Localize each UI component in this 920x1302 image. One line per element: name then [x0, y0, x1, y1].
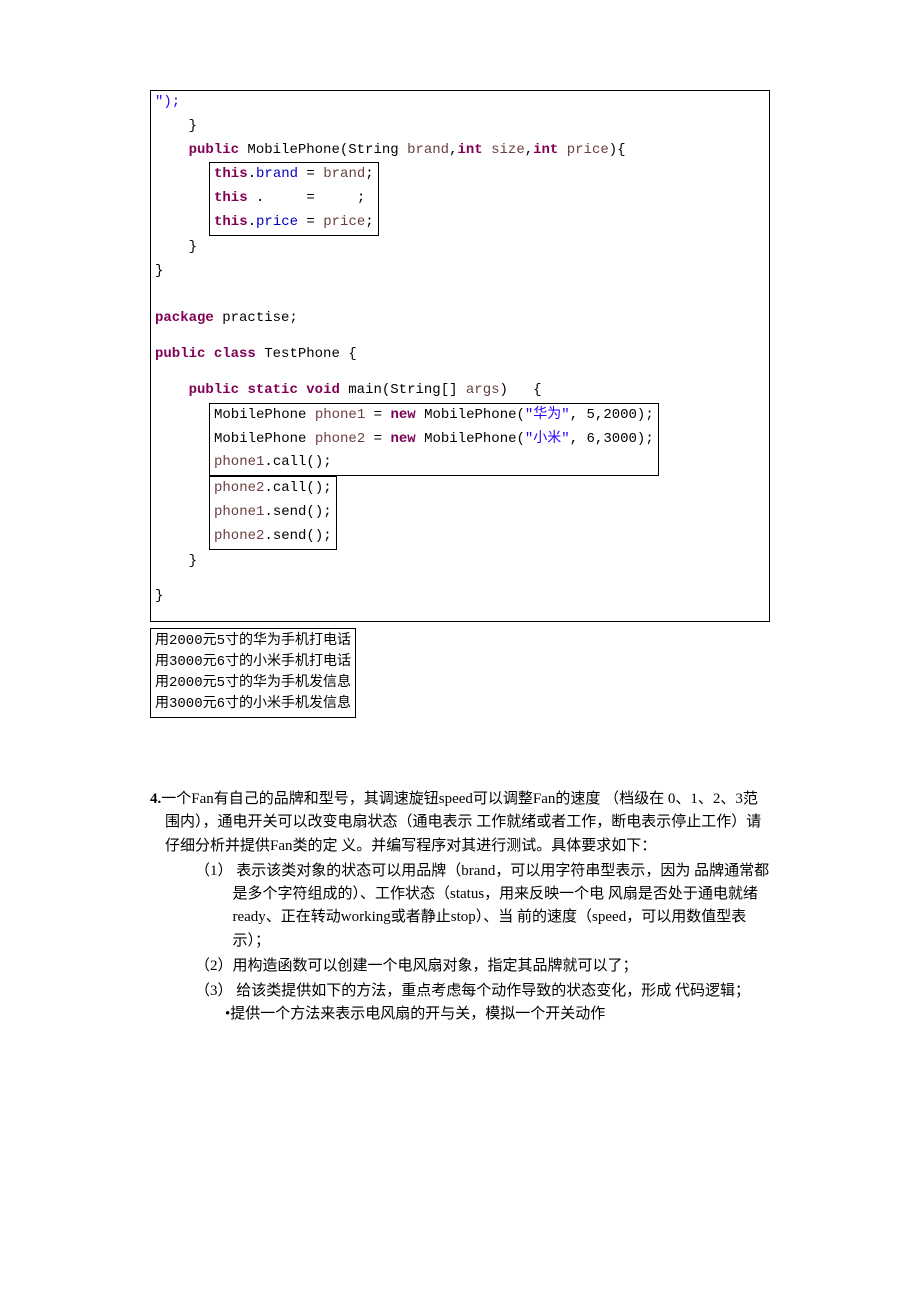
code-line: }	[151, 585, 769, 609]
code-block-mobilephone: "); } public MobilePhone(String brand,in…	[150, 90, 770, 622]
question-4: 4.一个Fan有自己的品牌和型号，其调速旋钮speed可以调整Fan的速度 （档…	[150, 788, 770, 1027]
code-line: package practise;	[151, 307, 769, 331]
code-inner-box: phone2.call(); phone1.send(); phone2.sen…	[209, 476, 337, 549]
code-line: }	[151, 236, 769, 260]
code-line: public MobilePhone(String brand,int size…	[151, 139, 769, 163]
code-line: this.brand = brand;	[214, 163, 374, 187]
code-line: this.price = price;	[214, 211, 374, 235]
output-line: 用3000元6寸的小米手机打电话	[155, 652, 351, 673]
code-line: phone1.send();	[214, 501, 332, 525]
code-line: }	[151, 115, 769, 139]
output-line: 用3000元6寸的小米手机发信息	[155, 694, 351, 715]
code-line: public class TestPhone {	[151, 343, 769, 367]
output-block: 用2000元5寸的华为手机打电话 用3000元6寸的小米手机打电话 用2000元…	[150, 628, 356, 718]
requirement-1: （1） 表示该类对象的状态可以用品牌（brand，可以用字符串型表示，因为 品牌…	[195, 860, 770, 953]
code-line: }	[151, 260, 769, 284]
question-requirements: （1） 表示该类对象的状态可以用品牌（brand，可以用字符串型表示，因为 品牌…	[150, 860, 770, 1027]
code-inner-box: this.brand = brand; this . = ; this.pric…	[209, 162, 379, 235]
code-line: public static void main(String[] args) {	[151, 379, 769, 403]
code-line: phone1.call();	[214, 451, 654, 475]
question-text: 一个Fan有自己的品牌和型号，其调速旋钮speed可以调整Fan的速度 （档级在…	[161, 791, 761, 854]
code-line: phone2.send();	[214, 525, 332, 549]
question-body: 4.一个Fan有自己的品牌和型号，其调速旋钮speed可以调整Fan的速度 （档…	[150, 788, 770, 858]
code-line: MobilePhone phone1 = new MobilePhone("华为…	[214, 404, 654, 428]
output-line: 用2000元5寸的华为手机打电话	[155, 631, 351, 652]
document-page: "); } public MobilePhone(String brand,in…	[0, 0, 920, 1117]
requirement-2: （2）用构造函数可以创建一个电风扇对象，指定其品牌就可以了；	[195, 955, 770, 978]
code-line: phone2.call();	[214, 477, 332, 501]
code-line: ");	[151, 91, 769, 115]
code-line: MobilePhone phone2 = new MobilePhone("小米…	[214, 428, 654, 452]
question-number: 4.	[150, 791, 161, 807]
code-line: this . = ;	[214, 187, 374, 211]
requirement-3-sub: •提供一个方法来表示电风扇的开与关，模拟一个开关动作	[195, 1003, 770, 1026]
output-line: 用2000元5寸的华为手机发信息	[155, 673, 351, 694]
code-line: }	[151, 550, 769, 574]
requirement-3: （3） 给该类提供如下的方法，重点考虑每个动作导致的状态变化，形成 代码逻辑；	[195, 980, 770, 1003]
code-inner-box: MobilePhone phone1 = new MobilePhone("华为…	[209, 403, 659, 476]
